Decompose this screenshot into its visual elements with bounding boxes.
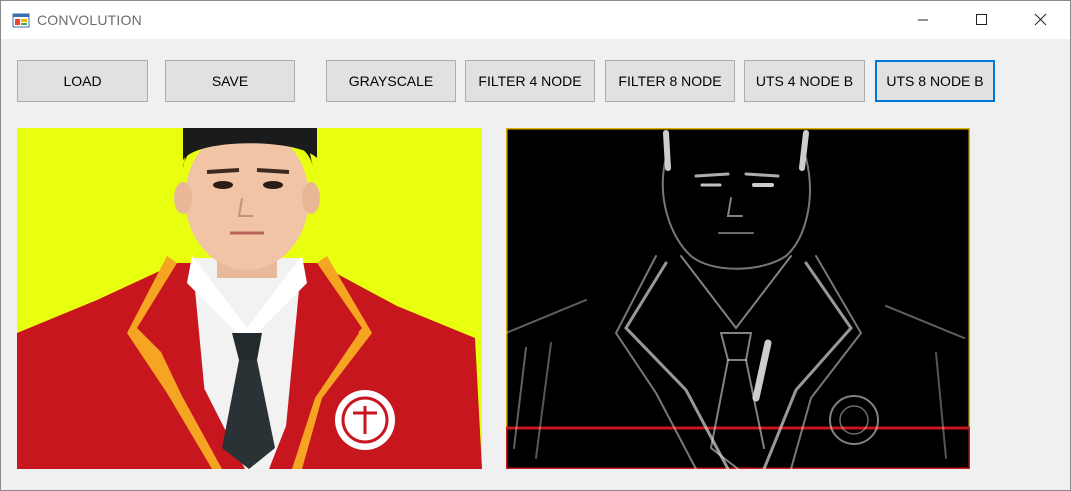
result-image xyxy=(506,128,970,469)
uts-8-node-b-button[interactable]: UTS 8 NODE B xyxy=(875,60,995,102)
window-title: CONVOLUTION xyxy=(37,12,142,28)
app-window: CONVOLUTION LOAD SAVE GRAYSCALE FILTER 4… xyxy=(0,0,1071,491)
grayscale-button[interactable]: GRAYSCALE xyxy=(326,60,456,102)
load-button[interactable]: LOAD xyxy=(17,60,148,102)
minimize-icon[interactable] xyxy=(900,1,946,39)
maximize-icon[interactable] xyxy=(958,1,1004,39)
filter-4-node-button[interactable]: FILTER 4 NODE xyxy=(465,60,595,102)
close-icon[interactable] xyxy=(1017,1,1063,39)
uts-4-node-b-button[interactable]: UTS 4 NODE B xyxy=(744,60,865,102)
original-image xyxy=(17,128,482,469)
title-bar[interactable]: CONVOLUTION xyxy=(1,1,1070,39)
app-icon xyxy=(12,11,30,29)
filter-8-node-button[interactable]: FILTER 8 NODE xyxy=(605,60,735,102)
save-button[interactable]: SAVE xyxy=(165,60,295,102)
